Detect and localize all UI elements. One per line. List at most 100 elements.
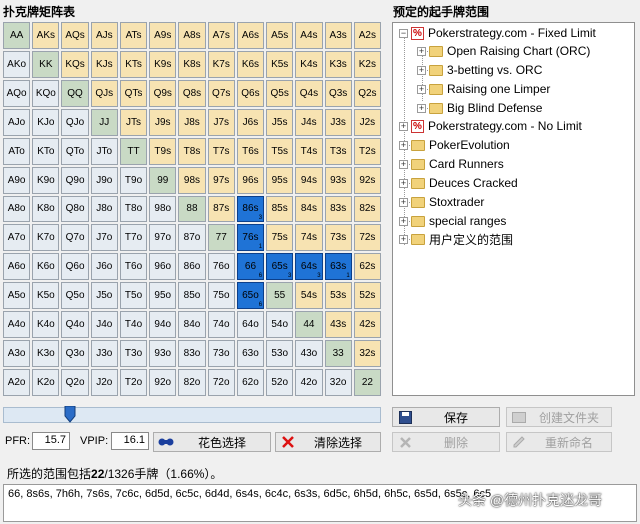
expand-icon[interactable]: +	[399, 197, 408, 207]
hand-cell-88[interactable]: 88	[178, 195, 206, 223]
hand-cell-87o[interactable]: 87o	[178, 224, 206, 252]
hand-cell-Q2s[interactable]: Q2s	[353, 79, 381, 107]
hand-cell-53o[interactable]: 53o	[266, 340, 294, 368]
hand-cell-A2s[interactable]: A2s	[353, 22, 381, 49]
hand-cell-KQs[interactable]: KQs	[61, 50, 89, 78]
clear-select-button[interactable]: 清除选择	[275, 432, 381, 452]
hand-cell-J2o[interactable]: J2o	[90, 369, 118, 396]
range-slider[interactable]	[3, 406, 381, 423]
hand-cell-86s[interactable]: 86s 3	[236, 195, 265, 223]
vpip-field[interactable]: 16.1	[111, 432, 149, 450]
expand-icon[interactable]: +	[399, 159, 408, 169]
hand-cell-92s[interactable]: 92s	[353, 166, 381, 194]
hand-cell-52s[interactable]: 52s	[353, 282, 381, 310]
hand-cell-A2o[interactable]: A2o	[3, 369, 31, 396]
hand-cell-Q8o[interactable]: Q8o	[61, 195, 89, 223]
hand-cell-T7s[interactable]: T7s	[207, 137, 235, 165]
hand-cell-A5o[interactable]: A5o	[3, 282, 31, 310]
hand-cell-98s[interactable]: 98s	[178, 166, 206, 194]
hand-cell-42s[interactable]: 42s	[353, 311, 381, 339]
hand-cell-Q9o[interactable]: Q9o	[61, 166, 89, 194]
hand-cell-J8o[interactable]: J8o	[90, 195, 118, 223]
hand-cell-42o[interactable]: 42o	[295, 369, 323, 396]
hand-cell-QTs[interactable]: QTs	[119, 79, 148, 107]
hand-cell-J3s[interactable]: J3s	[324, 108, 352, 136]
hand-cell-T8o[interactable]: T8o	[119, 195, 148, 223]
create-folder-button[interactable]: 创建文件夹	[506, 407, 612, 427]
hand-cell-A7o[interactable]: A7o	[3, 224, 31, 252]
hand-cell-J4o[interactable]: J4o	[90, 311, 118, 339]
hand-cell-KQo[interactable]: KQo	[32, 79, 60, 107]
hand-cell-T2o[interactable]: T2o	[119, 369, 148, 396]
hand-cell-65s[interactable]: 65s 3	[266, 253, 294, 281]
expand-icon[interactable]: +	[417, 65, 426, 75]
hand-cell-83s[interactable]: 83s	[324, 195, 352, 223]
hand-cell-A6s[interactable]: A6s	[236, 22, 265, 49]
hand-cell-T4s[interactable]: T4s	[295, 137, 323, 165]
pfr-field[interactable]: 15.7	[32, 432, 70, 450]
hand-cell-AJo[interactable]: AJo	[3, 108, 31, 136]
hand-cell-J9o[interactable]: J9o	[90, 166, 118, 194]
tree-node-orc[interactable]: + Open Raising Chart (ORC)	[417, 42, 590, 60]
hand-cell-A4o[interactable]: A4o	[3, 311, 31, 339]
hand-cell-AA[interactable]: AA	[3, 22, 31, 49]
hand-cell-K5s[interactable]: K5s	[266, 50, 294, 78]
hand-cell-A8s[interactable]: A8s	[178, 22, 206, 49]
expand-icon[interactable]: +	[399, 178, 408, 188]
hand-cell-98o[interactable]: 98o	[149, 195, 177, 223]
hand-cell-97s[interactable]: 97s	[207, 166, 235, 194]
hand-cell-AKo[interactable]: AKo	[3, 50, 31, 78]
hand-cell-92o[interactable]: 92o	[149, 369, 177, 396]
hand-cell-JJ[interactable]: JJ	[90, 108, 118, 136]
hand-cell-95o[interactable]: 95o	[149, 282, 177, 310]
hand-cell-J3o[interactable]: J3o	[90, 340, 118, 368]
hand-cell-43o[interactable]: 43o	[295, 340, 323, 368]
hand-cell-33[interactable]: 33	[324, 340, 352, 368]
hand-cell-J8s[interactable]: J8s	[178, 108, 206, 136]
hand-cell-74s[interactable]: 74s	[295, 224, 323, 252]
hand-cell-54s[interactable]: 54s	[295, 282, 323, 310]
rename-button[interactable]: 重新命名	[506, 432, 612, 452]
hand-cell-97o[interactable]: 97o	[149, 224, 177, 252]
hand-cell-J2s[interactable]: J2s	[353, 108, 381, 136]
hand-cell-44[interactable]: 44	[295, 311, 323, 339]
hand-cell-T5s[interactable]: T5s	[266, 137, 294, 165]
tree-node-special-ranges[interactable]: + special ranges	[399, 212, 506, 230]
hand-cell-KTs[interactable]: KTs	[119, 50, 148, 78]
tree-node-limper[interactable]: + Raising one Limper	[417, 80, 550, 98]
hand-cell-J7s[interactable]: J7s	[207, 108, 235, 136]
hand-cell-A3o[interactable]: A3o	[3, 340, 31, 368]
expand-icon[interactable]: +	[417, 46, 426, 56]
hand-cell-84o[interactable]: 84o	[178, 311, 206, 339]
hand-cell-96o[interactable]: 96o	[149, 253, 177, 281]
hand-cell-K9o[interactable]: K9o	[32, 166, 60, 194]
hand-cell-T7o[interactable]: T7o	[119, 224, 148, 252]
hand-cell-K3s[interactable]: K3s	[324, 50, 352, 78]
tree-node-pokerstrategy-fixed[interactable]: − % Pokerstrategy.com - Fixed Limit	[399, 24, 596, 42]
tree-node-bb-defense[interactable]: + Big Blind Defense	[417, 99, 542, 117]
expand-icon[interactable]: +	[417, 84, 426, 94]
hand-cell-95s[interactable]: 95s	[266, 166, 294, 194]
hand-cell-Q6s[interactable]: Q6s	[236, 79, 265, 107]
hand-cell-T3s[interactable]: T3s	[324, 137, 352, 165]
hand-cell-32o[interactable]: 32o	[324, 369, 352, 396]
tree-node-pokerevolution[interactable]: + PokerEvolution	[399, 136, 510, 154]
hand-cell-TT[interactable]: TT	[119, 137, 148, 165]
hand-cell-K8o[interactable]: K8o	[32, 195, 60, 223]
hand-cell-55[interactable]: 55	[266, 282, 294, 310]
delete-button[interactable]: 删除	[392, 432, 500, 452]
hand-cell-84s[interactable]: 84s	[295, 195, 323, 223]
slider-thumb-icon[interactable]	[64, 406, 76, 423]
hand-cell-Q8s[interactable]: Q8s	[178, 79, 206, 107]
hand-cell-T9o[interactable]: T9o	[119, 166, 148, 194]
tree-node-pokerstrategy-nl[interactable]: + % Pokerstrategy.com - No Limit	[399, 117, 582, 135]
hand-cell-82s[interactable]: 82s	[353, 195, 381, 223]
hand-cell-73s[interactable]: 73s	[324, 224, 352, 252]
hand-cell-A5s[interactable]: A5s	[266, 22, 294, 49]
hand-cell-62o[interactable]: 62o	[236, 369, 265, 396]
hand-cell-JTo[interactable]: JTo	[90, 137, 118, 165]
hand-cell-75s[interactable]: 75s	[266, 224, 294, 252]
hand-cell-J6o[interactable]: J6o	[90, 253, 118, 281]
hand-cell-83o[interactable]: 83o	[178, 340, 206, 368]
hand-cell-T8s[interactable]: T8s	[178, 137, 206, 165]
